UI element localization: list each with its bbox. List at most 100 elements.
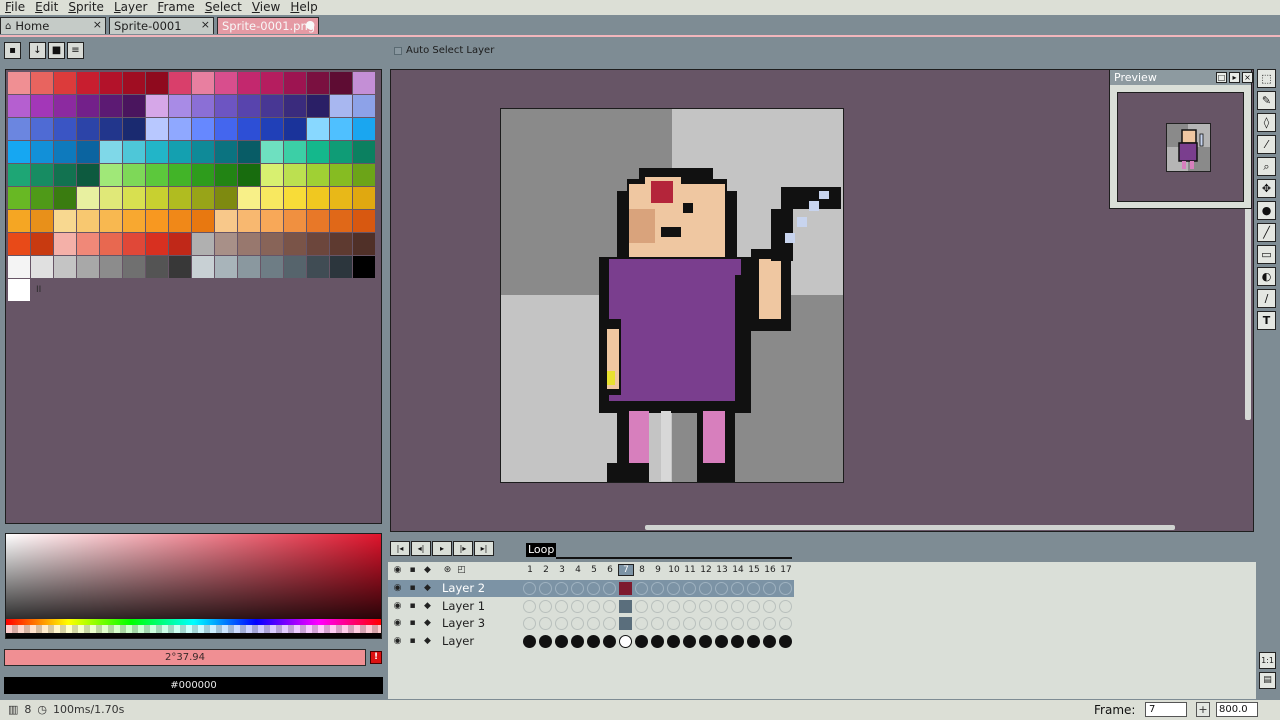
marquee-icon[interactable]: ⬚ [1257, 69, 1276, 88]
foreground-color-field[interactable]: 2°37.94 [4, 649, 366, 666]
palette-swatch[interactable] [353, 210, 375, 232]
palette-swatch[interactable] [261, 95, 283, 117]
cel[interactable] [523, 617, 536, 630]
layer-row[interactable]: ◉ ▪ ◆ Layer 1 [388, 598, 794, 615]
cel[interactable] [619, 617, 632, 630]
palette-swatch[interactable] [238, 72, 260, 94]
menu-file[interactable]: File [0, 0, 30, 15]
palette-swatch[interactable] [215, 118, 237, 140]
palette-swatch[interactable] [77, 141, 99, 163]
palette-swatch[interactable] [307, 141, 329, 163]
palette-swatch[interactable] [238, 233, 260, 255]
palette-swatch[interactable] [238, 187, 260, 209]
palette-swatch[interactable] [8, 95, 30, 117]
palette-swatch[interactable] [284, 256, 306, 278]
palette-swatch[interactable] [215, 233, 237, 255]
cel[interactable] [651, 617, 664, 630]
palette-swatch[interactable] [8, 187, 30, 209]
palette-swatch[interactable] [215, 187, 237, 209]
play-icon[interactable]: ▸ [1229, 72, 1240, 83]
palette-swatch[interactable] [169, 210, 191, 232]
palette-swatch[interactable] [77, 118, 99, 140]
frame-header-3[interactable]: 3 [555, 565, 569, 575]
frame-input[interactable]: 7 [1145, 702, 1187, 717]
link-icon[interactable]: ◆ [422, 583, 433, 594]
palette-swatch[interactable] [77, 95, 99, 117]
palette-swatch[interactable] [123, 141, 145, 163]
palette-swatch[interactable] [54, 95, 76, 117]
palette-swatch[interactable] [123, 118, 145, 140]
menu-help[interactable]: Help [285, 0, 322, 15]
palette-swatch[interactable] [123, 233, 145, 255]
cel[interactable] [651, 582, 664, 595]
cel[interactable] [683, 599, 696, 613]
palette-swatch[interactable] [330, 141, 352, 163]
frame-header-9[interactable]: 9 [651, 565, 665, 575]
palette-swatch[interactable] [261, 118, 283, 140]
palette-swatch[interactable] [146, 164, 168, 186]
auto-select-layer-checkbox[interactable]: Auto Select Layer [394, 45, 494, 56]
layer-row[interactable]: ◉ ▪ ◆ Layer 3 [388, 615, 794, 632]
palette-swatch[interactable] [307, 72, 329, 94]
palette-swatch[interactable] [54, 187, 76, 209]
frame-header-13[interactable]: 13 [715, 565, 729, 575]
palette-swatch[interactable] [31, 164, 53, 186]
palette-swatch[interactable] [54, 210, 76, 232]
close-icon[interactable]: × [1242, 72, 1253, 83]
cel[interactable] [523, 582, 536, 595]
cel[interactable] [699, 634, 712, 648]
link-icon[interactable]: ◆ [422, 636, 433, 647]
palette-swatch[interactable] [284, 118, 306, 140]
palette-swatch[interactable] [307, 118, 329, 140]
palette-swatch[interactable] [261, 164, 283, 186]
palette-swatch[interactable] [192, 141, 214, 163]
palette-swatch[interactable] [330, 72, 352, 94]
palette-swatch[interactable] [284, 141, 306, 163]
cel[interactable] [715, 582, 728, 595]
cel[interactable] [571, 617, 584, 630]
palette-swatch[interactable] [307, 256, 329, 278]
palette-swatch[interactable] [238, 210, 260, 232]
blob-icon[interactable]: ◐ [1257, 267, 1276, 286]
cel[interactable] [779, 582, 792, 595]
palette-swatch[interactable] [169, 233, 191, 255]
palette-swatch[interactable] [353, 72, 375, 94]
palette-swatch[interactable] [100, 95, 122, 117]
cel[interactable] [699, 617, 712, 630]
cel[interactable] [571, 634, 584, 648]
cel[interactable] [699, 599, 712, 613]
palette-swatch[interactable] [238, 118, 260, 140]
onion-skin-icon[interactable]: ⊛ [442, 565, 453, 576]
menu-sprite[interactable]: Sprite [63, 0, 109, 15]
frame-header-7[interactable]: 7 [618, 564, 634, 576]
palette-swatch[interactable] [100, 187, 122, 209]
palette-swatch[interactable] [238, 95, 260, 117]
frame-header-16[interactable]: 16 [763, 565, 777, 575]
lock-icon[interactable]: ▪ [4, 42, 21, 59]
cel[interactable] [731, 599, 744, 613]
menu-frame[interactable]: Frame [152, 0, 199, 15]
palette-swatch[interactable] [31, 95, 53, 117]
cel[interactable] [715, 599, 728, 613]
close-icon[interactable]: × [201, 18, 210, 31]
palette-swatch[interactable] [238, 141, 260, 163]
palette-swatch[interactable] [123, 164, 145, 186]
last-frame-icon[interactable]: ▸| [474, 541, 494, 556]
palette-swatch[interactable] [353, 164, 375, 186]
palette-swatch[interactable] [8, 256, 30, 278]
palette-swatch[interactable] [330, 210, 352, 232]
cel[interactable] [635, 617, 648, 630]
next-frame-icon[interactable]: |▸ [453, 541, 473, 556]
palette-swatch[interactable] [8, 118, 30, 140]
palette-swatch[interactable] [8, 279, 30, 301]
palette-swatch[interactable] [77, 164, 99, 186]
eye-icon[interactable]: ◉ [392, 583, 403, 594]
palette-swatch[interactable] [77, 72, 99, 94]
frame-header-1[interactable]: 1 [523, 565, 537, 575]
layer-name[interactable]: Layer [441, 634, 525, 649]
cel[interactable] [635, 634, 648, 648]
cel[interactable] [571, 582, 584, 595]
cel[interactable] [715, 617, 728, 630]
palette-swatch[interactable] [284, 95, 306, 117]
cel[interactable] [635, 582, 648, 595]
